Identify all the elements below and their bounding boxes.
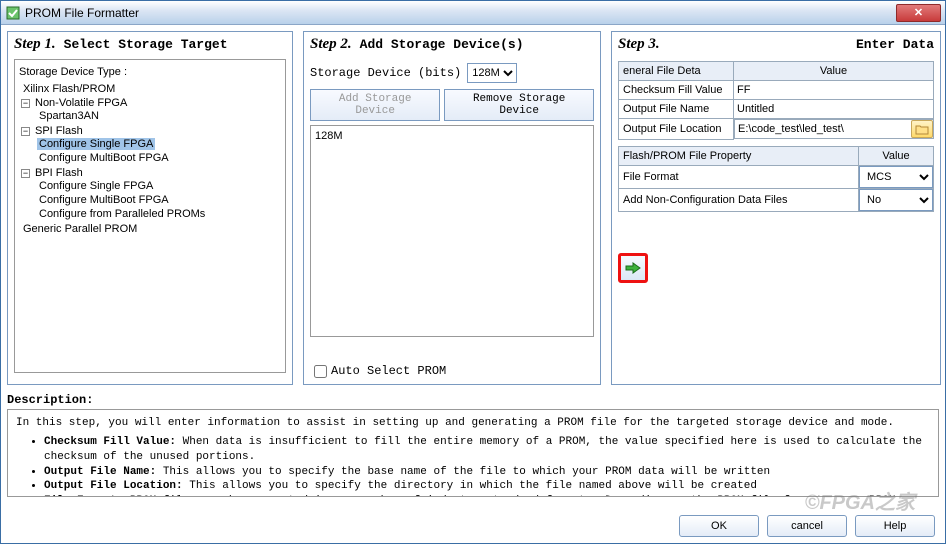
tree-label-bpi-multi[interactable]: Configure MultiBoot FPGA [37,194,171,206]
close-button[interactable]: ✕ [896,4,941,22]
tree-header: Storage Device Type : [19,64,281,82]
col-header: Value [734,62,934,81]
step1-title: Select Storage Target [64,37,228,52]
app-icon [5,5,21,21]
checksum-fill-input[interactable] [734,81,933,99]
prop-key: File Format [619,165,859,188]
step1-header: Step 1. Select Storage Target [8,32,292,57]
collapse-icon[interactable]: − [21,99,30,108]
folder-icon [915,124,929,135]
col-header: Value [859,146,934,165]
col-header: eneral File Deta [619,62,734,81]
description-box[interactable]: In this step, you will enter information… [7,409,939,497]
window-title: PROM File Formatter [25,6,896,20]
tree-label-generic[interactable]: Generic Parallel PROM [21,223,139,235]
browse-button[interactable] [911,120,933,138]
tree-label-spi[interactable]: SPI Flash [33,125,85,137]
description-item: File Format: PROM files can be generated… [44,494,930,497]
tree-item[interactable]: Configure from Paralleled PROMs [37,207,281,221]
storage-size-label: Storage Device (bits) [310,66,461,80]
ok-button[interactable]: OK [679,515,759,537]
description-item: Output File Location: This allows you to… [44,479,930,494]
description-section: Description: In this step, you will ente… [7,393,939,497]
step3-panel: Step 3. Enter Data eneral File DetaValue… [611,31,941,385]
description-item: Output File Name: This allows you to spe… [44,465,930,480]
content: Step 1. Select Storage Target Storage De… [1,25,945,543]
tree-item[interactable]: Configure MultiBoot FPGA [37,193,281,207]
tree-panel: Storage Device Type : Xilinx Flash/PROM … [14,59,286,373]
prop-key: Output File Name [619,100,734,119]
step3-title: Enter Data [856,37,934,52]
tree-label-bpi-parallel[interactable]: Configure from Paralleled PROMs [37,208,207,220]
close-icon: ✕ [914,6,923,19]
file-format-select[interactable]: MCS [859,166,933,188]
add-nonconfig-select[interactable]: No [859,189,933,211]
list-item[interactable]: 128M [315,130,589,142]
output-file-location-input[interactable] [735,120,911,138]
collapse-icon[interactable]: − [21,169,30,178]
description-intro: In this step, you will enter information… [16,416,930,431]
auto-select-label: Auto Select PROM [331,364,446,378]
arrow-right-icon [625,261,641,275]
prop-key: Add Non-Configuration Data Files [619,188,859,211]
tree-item[interactable]: Spartan3AN [37,109,281,123]
tree-item[interactable]: Configure Single FPGA [37,137,281,151]
tree-item[interactable]: −Non-Volatile FPGA Spartan3AN [21,96,281,124]
help-button[interactable]: Help [855,515,935,537]
step1-num: Step 1. [14,36,56,53]
prop-key: Checksum Fill Value [619,81,734,100]
tree-item[interactable]: Xilinx Flash/PROM [21,82,281,96]
tree-label-nonvolatile[interactable]: Non-Volatile FPGA [33,97,129,109]
next-step2-button[interactable] [618,253,648,283]
step2-num: Step 2. [310,36,352,53]
tree-label-spartan3an[interactable]: Spartan3AN [37,110,101,122]
description-item: Checksum Fill Value: When data is insuff… [44,435,930,465]
storage-list[interactable]: 128M [310,125,594,337]
tree-item[interactable]: Configure MultiBoot FPGA [37,151,281,165]
tree-label-spi-single[interactable]: Configure Single FPGA [37,138,155,150]
cancel-button[interactable]: cancel [767,515,847,537]
step3-body: eneral File DetaValue Checksum Fill Valu… [612,57,940,218]
auto-select-checkbox[interactable] [314,365,327,378]
description-label: Description: [7,393,939,409]
dialog-buttons: OK cancel Help [679,515,935,537]
tree-label-bpi-single[interactable]: Configure Single FPGA [37,180,155,192]
step1-panel: Step 1. Select Storage Target Storage De… [7,31,293,385]
tree-label-spi-multi[interactable]: Configure MultiBoot FPGA [37,152,171,164]
steps-row: Step 1. Select Storage Target Storage De… [1,25,945,385]
prop-key: Output File Location [619,119,734,140]
output-file-name-input[interactable] [734,100,933,118]
device-tree[interactable]: Xilinx Flash/PROM −Non-Volatile FPGA Spa… [19,82,281,236]
remove-storage-button[interactable]: Remove Storage Device [444,89,594,121]
step3-num: Step 3. [618,36,660,53]
general-file-table: eneral File DetaValue Checksum Fill Valu… [618,61,934,140]
titlebar: PROM File Formatter ✕ [1,1,945,25]
flash-prom-property-table: Flash/PROM File PropertyValue File Forma… [618,146,934,212]
step2-body: Storage Device (bits) 128M Add Storage D… [304,57,600,343]
add-storage-button: Add Storage Device [310,89,440,121]
storage-size-select[interactable]: 128M [467,63,517,83]
tree-item[interactable]: Configure Single FPGA [37,179,281,193]
tree-item[interactable]: Generic Parallel PROM [21,222,281,236]
tree-label-bpi[interactable]: BPI Flash [33,167,85,179]
step2-panel: Step 2. Add Storage Device(s) Storage De… [303,31,601,385]
tree-item[interactable]: −SPI Flash Configure Single FPGA Configu… [21,124,281,166]
col-header: Flash/PROM File Property [619,146,859,165]
collapse-icon[interactable]: − [21,127,30,136]
tree-label-xilinx[interactable]: Xilinx Flash/PROM [21,83,117,95]
window: PROM File Formatter ✕ Step 1. Select Sto… [0,0,946,544]
tree-item[interactable]: −BPI Flash Configure Single FPGA Configu… [21,166,281,222]
step2-title: Add Storage Device(s) [360,37,524,52]
step3-header: Step 3. Enter Data [612,32,940,57]
step2-header: Step 2. Add Storage Device(s) [304,32,600,57]
